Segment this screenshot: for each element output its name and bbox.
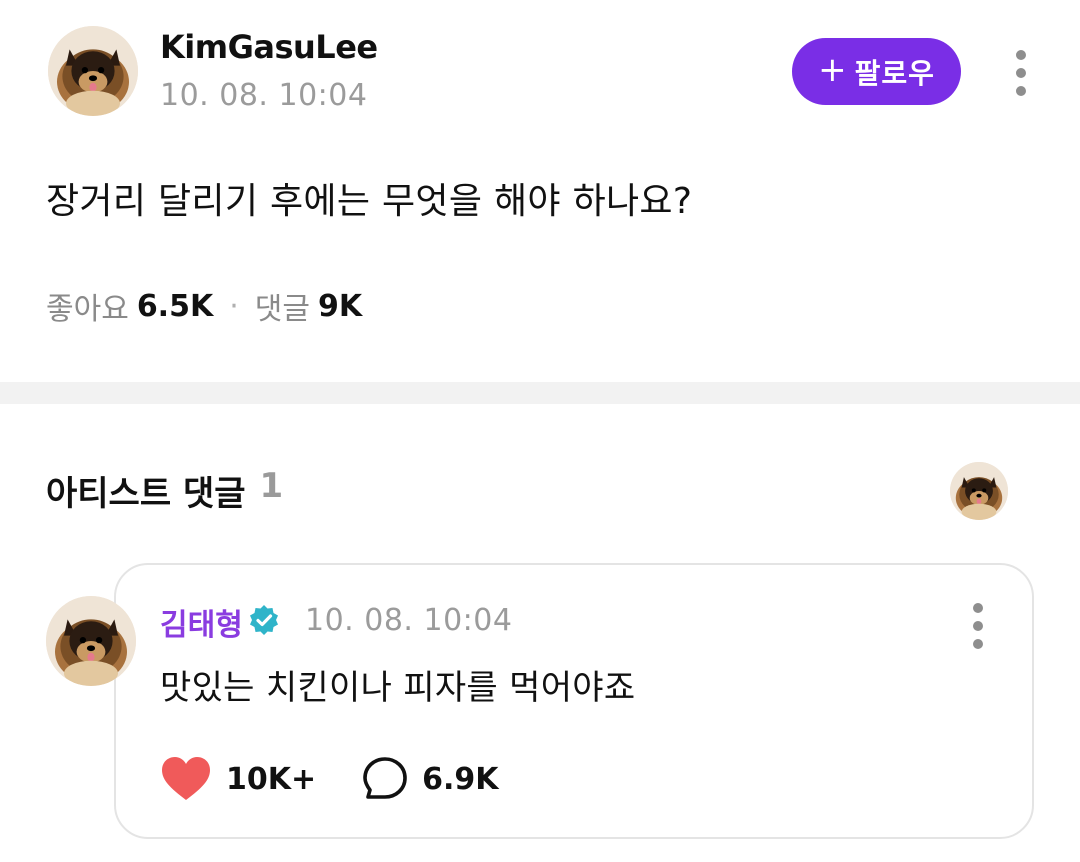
artist-avatar-small[interactable] <box>950 462 1008 520</box>
more-options-icon[interactable] <box>1011 50 1031 96</box>
heart-icon <box>162 757 210 800</box>
comment-more-options-icon[interactable] <box>968 603 988 649</box>
dog-avatar-image <box>46 596 136 686</box>
likes-label: 좋아요 <box>46 292 129 327</box>
plus-icon: + <box>818 50 847 90</box>
artist-comments-count: 1 <box>259 466 284 506</box>
author-avatar[interactable] <box>48 26 138 116</box>
comments-label: 댓글 <box>254 292 310 327</box>
reply-count: 6.9K <box>422 761 499 797</box>
comments-count: 9K <box>317 288 363 324</box>
comment-text: 맛있는 치킨이나 피자를 먹어야죠 <box>160 668 636 708</box>
commenter-name[interactable]: 김태형 <box>160 600 243 644</box>
post-question-text: 장거리 달리기 후에는 무엇을 해야 하나요? <box>46 181 693 222</box>
comment-timestamp: 10. 08. 10:04 <box>305 603 513 638</box>
section-divider <box>0 382 1080 404</box>
comment-actions: 10K+ 6.9K <box>160 756 545 802</box>
dog-avatar-image <box>950 462 1008 520</box>
artist-comments-title: 아티스트 댓글 <box>46 474 246 514</box>
post-timestamp: 10. 08. 10:04 <box>160 78 368 113</box>
follow-button[interactable]: + 팔로우 <box>792 38 961 105</box>
artist-comments-heading: 아티스트 댓글 1 <box>46 466 283 515</box>
post-stats: 좋아요 6.5K · 댓글 9K <box>46 284 362 328</box>
reply-button[interactable]: 6.9K <box>362 756 499 802</box>
commenter-avatar[interactable] <box>46 596 136 686</box>
author-name[interactable]: KimGasuLee <box>160 28 378 66</box>
dog-avatar-image <box>48 26 138 116</box>
verified-check-icon <box>250 605 278 635</box>
like-count: 10K+ <box>226 761 317 797</box>
like-button[interactable]: 10K+ <box>160 756 316 802</box>
speech-bubble-icon <box>363 757 407 799</box>
follow-button-label: 팔로우 <box>854 56 935 90</box>
stats-separator: · <box>229 288 239 324</box>
likes-count: 6.5K <box>136 288 214 324</box>
